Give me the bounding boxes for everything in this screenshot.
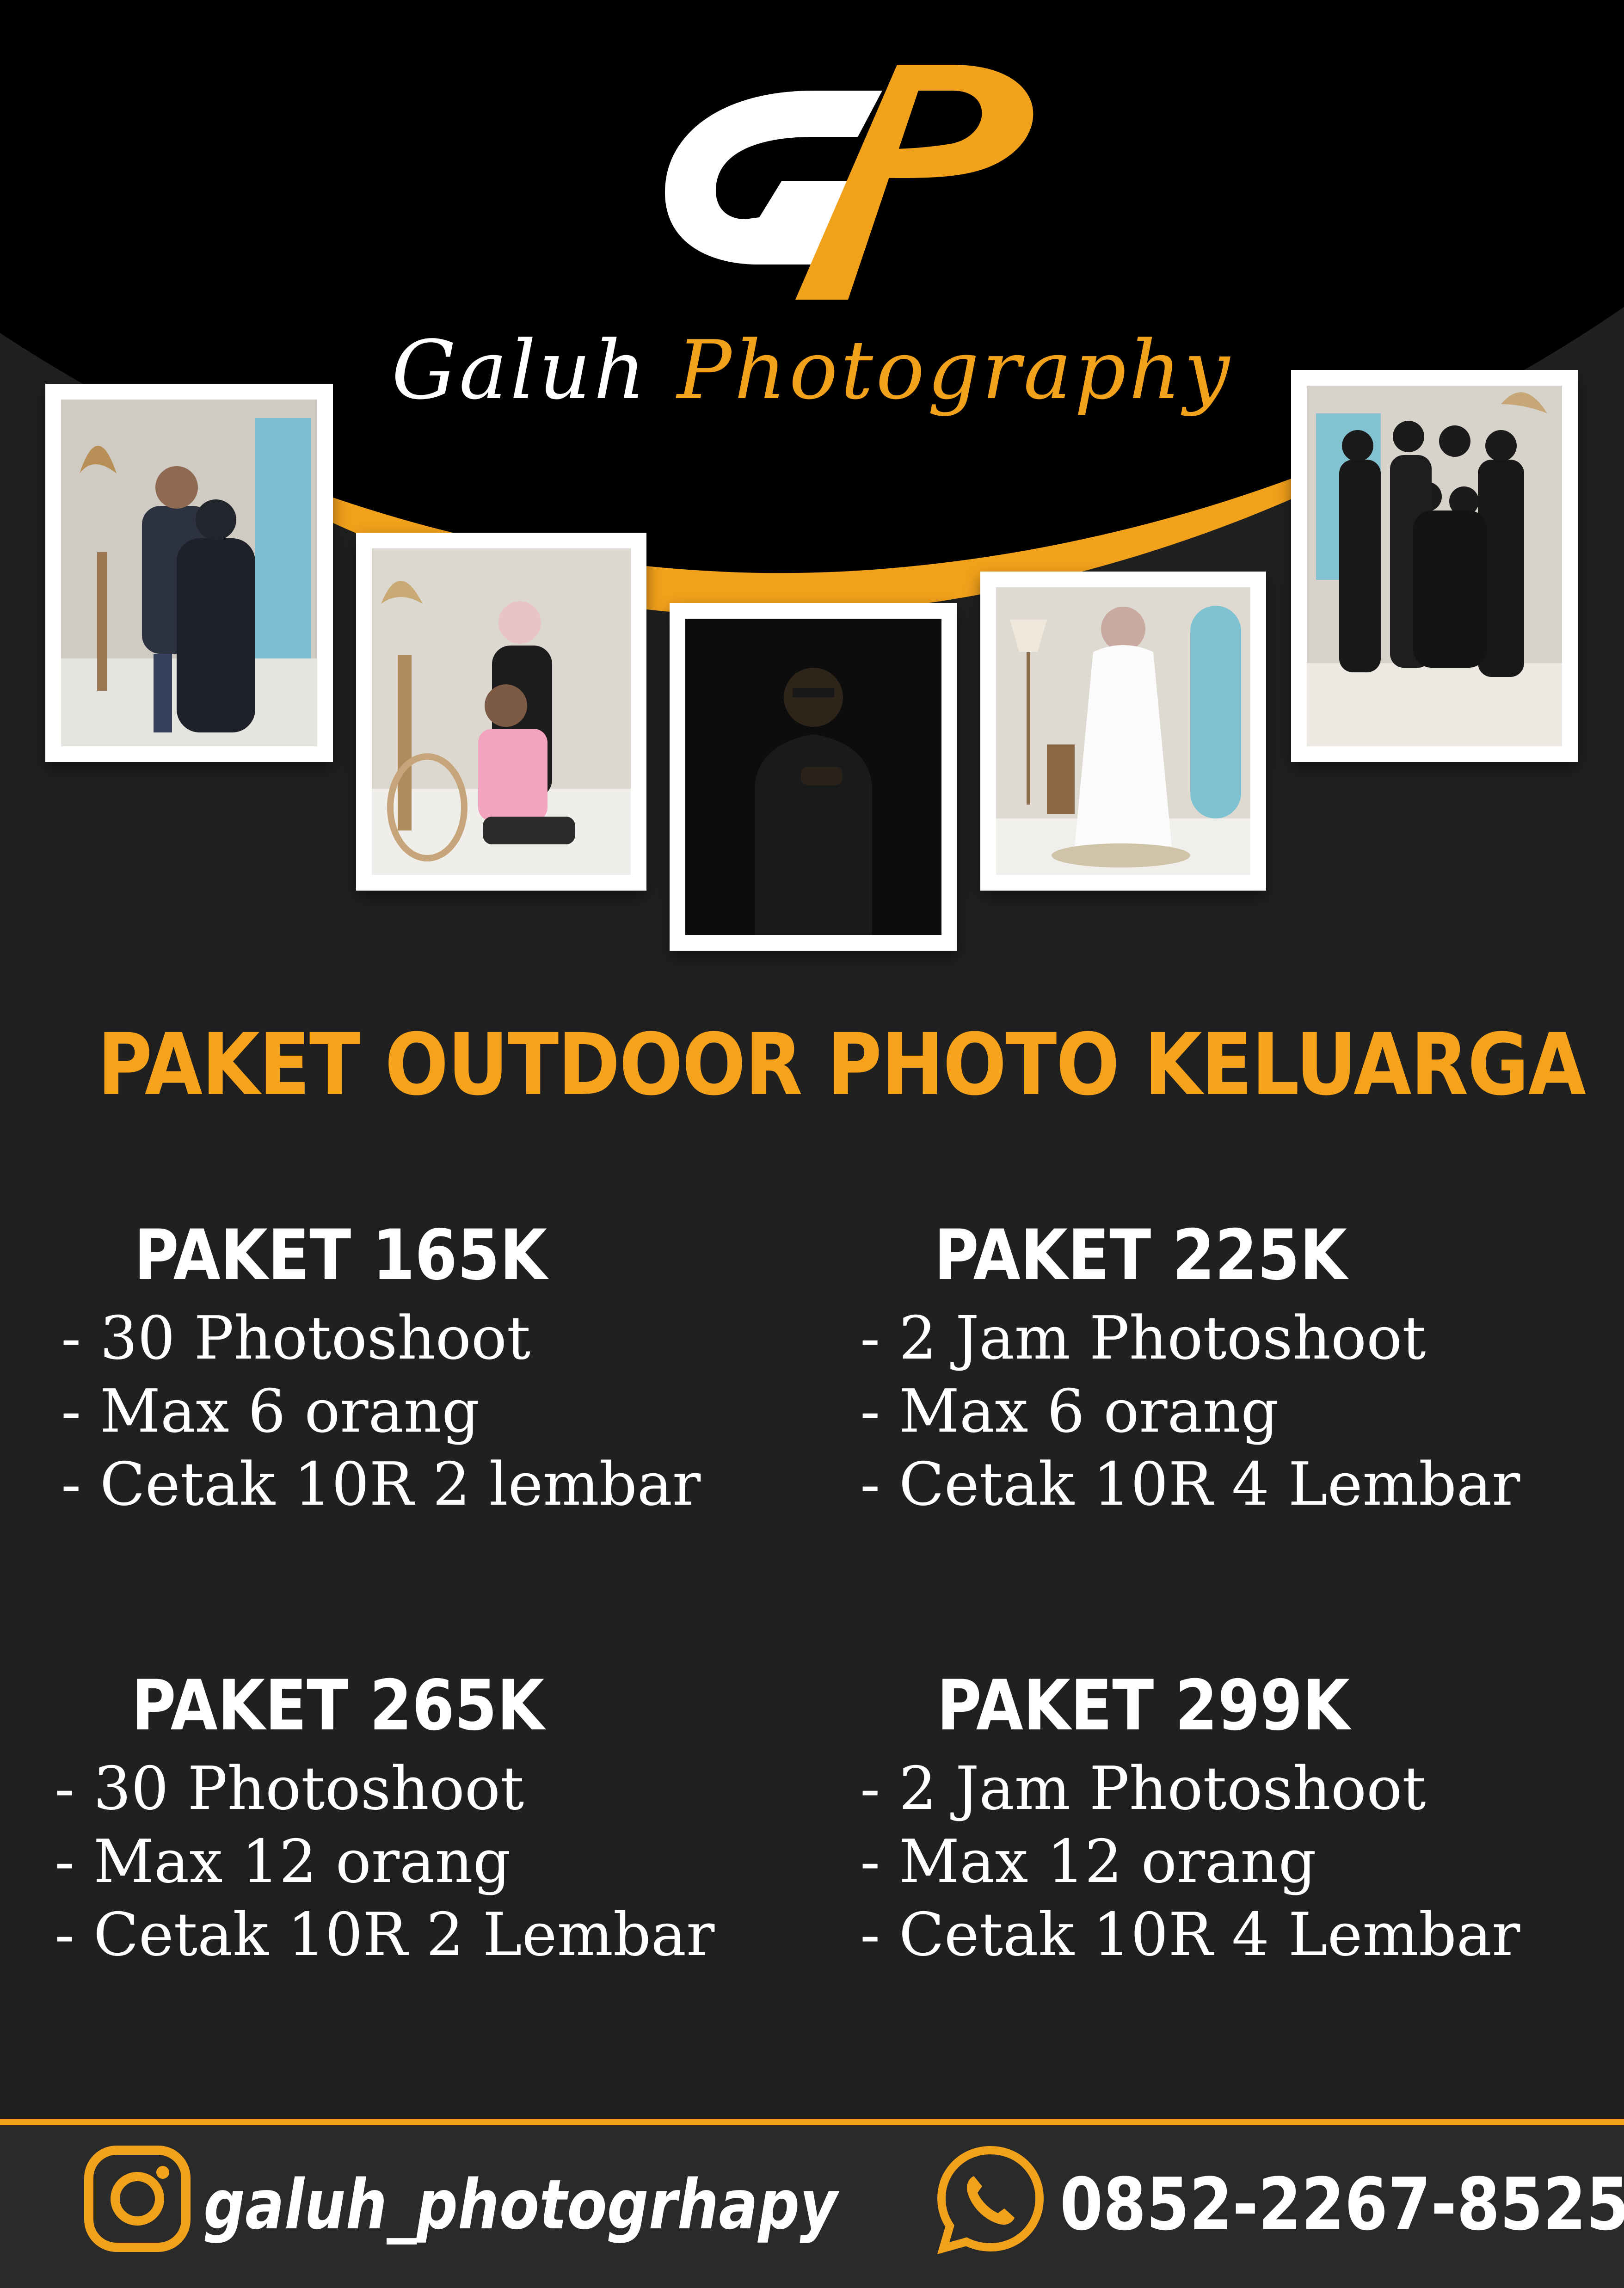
photo-frame-pair (356, 533, 646, 891)
instagram-handle[interactable]: galuh_photogrhapy (203, 2165, 837, 2245)
brand-name-part2: Photography (677, 324, 1233, 418)
package-features: - 30 Photoshoot - Max 6 orang - Cetak 10… (61, 1302, 847, 1521)
photo-man (685, 619, 941, 935)
poster: Galuh Photography PAKET OUTDOOR PHOTO KE… (0, 0, 1624, 2288)
instagram-icon (84, 2146, 191, 2252)
gp-logo (665, 65, 1033, 300)
package-feature: - 30 Photoshoot (55, 1754, 524, 1823)
package-title: PAKET 265K (131, 1666, 545, 1746)
photo-couple (61, 400, 317, 746)
footer-divider (0, 2119, 1624, 2125)
package-feature: - Cetak 10R 2 lembar (61, 1450, 701, 1519)
package-feature: - Cetak 10R 4 Lembar (860, 1901, 1520, 1969)
photo-woman (996, 587, 1250, 875)
photo-group (1307, 386, 1562, 746)
photo-frame-group (1291, 370, 1578, 762)
package-card-165k: PAKET 165K - 30 Photoshoot - Max 6 orang… (61, 1216, 847, 1521)
package-card-265k: PAKET 265K - 30 Photoshoot - Max 12 oran… (55, 1667, 841, 1972)
headline: PAKET OUTDOOR PHOTO KELUARGA (97, 1015, 1586, 1114)
package-title: PAKET 165K (134, 1215, 547, 1296)
package-features: - 2 Jam Photoshoot - Max 12 orang - Ceta… (860, 1753, 1624, 1972)
package-feature: - Max 6 orang (61, 1377, 480, 1446)
package-feature: - Max 12 orang (860, 1827, 1316, 1896)
package-feature: - Cetak 10R 2 Lembar (55, 1901, 715, 1969)
phone-number[interactable]: 0852-2267-8525 (1060, 2162, 1624, 2246)
package-card-225k: PAKET 225K - 2 Jam Photoshoot - Max 6 or… (860, 1216, 1624, 1521)
photo-frame-couple (45, 384, 333, 762)
package-card-299k: PAKET 299K - 2 Jam Photoshoot - Max 12 o… (860, 1667, 1624, 1972)
whatsapp-icon (937, 2146, 1044, 2255)
photo-pair (372, 548, 631, 875)
photo-frame-woman (980, 572, 1266, 891)
package-feature: - 2 Jam Photoshoot (860, 1754, 1426, 1823)
package-feature: - Cetak 10R 4 Lembar (860, 1450, 1520, 1519)
package-feature: - Max 6 orang (860, 1377, 1279, 1446)
brand-name-part1: Galuh (391, 324, 649, 418)
package-feature: - 2 Jam Photoshoot (860, 1304, 1426, 1373)
package-features: - 2 Jam Photoshoot - Max 6 orang - Cetak… (860, 1302, 1624, 1521)
package-feature: - Max 12 orang (55, 1827, 511, 1896)
package-features: - 30 Photoshoot - Max 12 orang - Cetak 1… (55, 1753, 841, 1972)
package-title: PAKET 225K (934, 1215, 1347, 1296)
photo-frame-man (670, 603, 957, 951)
package-feature: - 30 Photoshoot (61, 1304, 531, 1373)
package-title: PAKET 299K (937, 1666, 1350, 1746)
